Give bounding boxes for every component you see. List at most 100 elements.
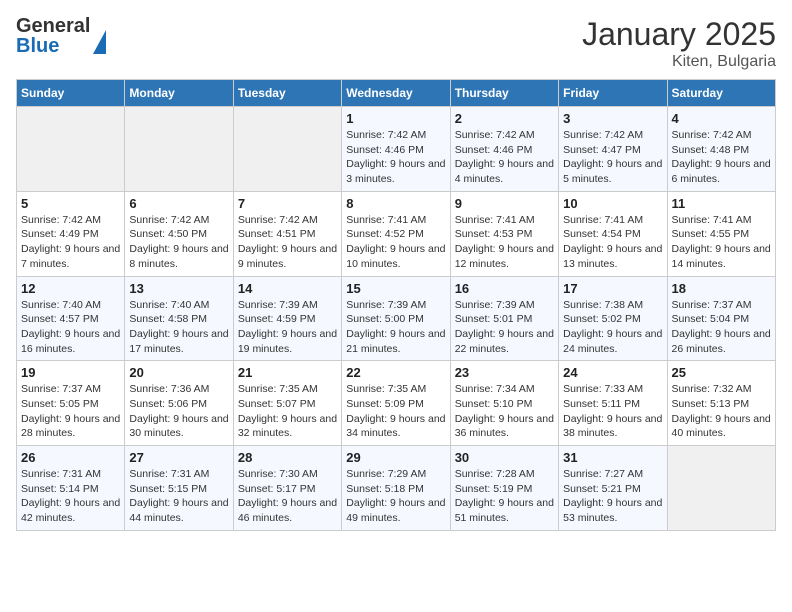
calendar-header-row: SundayMondayTuesdayWednesdayThursdayFrid… xyxy=(17,80,776,107)
week-row-1: 1 Sunrise: 7:42 AMSunset: 4:46 PMDaylight… xyxy=(17,107,776,192)
page-header: General Blue January 2025 Kiten, Bulgari… xyxy=(16,16,776,71)
day-cell: 17Sunrise: 7:38 AMSunset: 5:02 PMDayligh… xyxy=(559,276,667,361)
day-info: Sunrise: 7:42 AMSunset: 4:50 PMDaylight:… xyxy=(129,213,228,272)
day-cell: 12Sunrise: 7:40 AMSunset: 4:57 PMDayligh… xyxy=(17,276,125,361)
day-cell: 19Sunrise: 7:37 AMSunset: 5:05 PMDayligh… xyxy=(17,361,125,446)
week-row-5: 26 Sunrise: 7:31 AMSunset: 5:14 PMDayligh… xyxy=(17,446,776,531)
day-info: Sunrise: 7:42 AMSunset: 4:48 PMDaylight:… xyxy=(672,128,771,187)
day-cell: 2Sunrise: 7:42 AMSunset: 4:46 PMDaylight… xyxy=(450,107,558,192)
day-cell xyxy=(233,107,341,192)
day-number: 1 xyxy=(346,111,445,126)
day-cell: 14 Sunrise: 7:39 AMSunset: 4:59 PMDayligh… xyxy=(233,276,341,361)
day-info: Sunrise: 7:42 AMSunset: 4:47 PMDaylight:… xyxy=(563,128,662,187)
calendar-subtitle: Kiten, Bulgaria xyxy=(582,53,776,71)
day-number: 27 xyxy=(129,450,228,465)
day-number: 23 xyxy=(455,365,554,380)
day-cell: 21 Sunrise: 7:35 AMSunset: 5:07 PMDayligh… xyxy=(233,361,341,446)
day-cell: 26 Sunrise: 7:31 AMSunset: 5:14 PMDayligh… xyxy=(17,446,125,531)
day-info: Sunrise: 7:42 AMSunset: 4:51 PMDaylight:… xyxy=(238,213,337,272)
day-info: Sunrise: 7:30 AMSunset: 5:17 PMDaylight:… xyxy=(238,467,337,526)
day-info: Sunrise: 7:37 AMSunset: 5:04 PMDaylight:… xyxy=(672,298,771,357)
day-info: Sunrise: 7:34 AMSunset: 5:10 PMDaylight:… xyxy=(455,382,554,441)
calendar-title-block: January 2025 Kiten, Bulgaria xyxy=(582,16,776,71)
day-cell: 15 Sunrise: 7:39 AMSunset: 5:00 PMDayligh… xyxy=(342,276,450,361)
day-info: Sunrise: 7:28 AMSunset: 5:19 PMDaylight:… xyxy=(455,467,554,526)
day-cell: 30 Sunrise: 7:28 AMSunset: 5:19 PMDayligh… xyxy=(450,446,558,531)
day-info: Sunrise: 7:33 AMSunset: 5:11 PMDaylight:… xyxy=(563,382,662,441)
col-header-monday: Monday xyxy=(125,80,233,107)
day-cell: 22 Sunrise: 7:35 AMSunset: 5:09 PMDayligh… xyxy=(342,361,450,446)
day-number: 21 xyxy=(238,365,337,380)
day-number: 20 xyxy=(129,365,228,380)
day-info: Sunrise: 7:39 AMSunset: 5:01 PMDaylight:… xyxy=(455,298,554,357)
day-number: 29 xyxy=(346,450,445,465)
col-header-sunday: Sunday xyxy=(17,80,125,107)
day-cell: 23 Sunrise: 7:34 AMSunset: 5:10 PMDayligh… xyxy=(450,361,558,446)
day-cell: 9 Sunrise: 7:41 AMSunset: 4:53 PMDaylight… xyxy=(450,191,558,276)
day-cell: 28 Sunrise: 7:30 AMSunset: 5:17 PMDayligh… xyxy=(233,446,341,531)
day-number: 9 xyxy=(455,196,554,211)
day-info: Sunrise: 7:27 AMSunset: 5:21 PMDaylight:… xyxy=(563,467,662,526)
col-header-friday: Friday xyxy=(559,80,667,107)
day-info: Sunrise: 7:41 AMSunset: 4:55 PMDaylight:… xyxy=(672,213,771,272)
day-cell: 20Sunrise: 7:36 AMSunset: 5:06 PMDayligh… xyxy=(125,361,233,446)
day-number: 22 xyxy=(346,365,445,380)
day-info: Sunrise: 7:41 AMSunset: 4:53 PMDaylight:… xyxy=(455,213,554,272)
day-number: 8 xyxy=(346,196,445,211)
day-cell xyxy=(17,107,125,192)
week-row-3: 12Sunrise: 7:40 AMSunset: 4:57 PMDayligh… xyxy=(17,276,776,361)
day-cell: 31Sunrise: 7:27 AMSunset: 5:21 PMDayligh… xyxy=(559,446,667,531)
day-number: 3 xyxy=(563,111,662,126)
day-number: 26 xyxy=(21,450,120,465)
day-number: 6 xyxy=(129,196,228,211)
day-number: 10 xyxy=(563,196,662,211)
day-cell: 25Sunrise: 7:32 AMSunset: 5:13 PMDayligh… xyxy=(667,361,775,446)
day-cell: 11 Sunrise: 7:41 AMSunset: 4:55 PMDayligh… xyxy=(667,191,775,276)
day-cell xyxy=(125,107,233,192)
calendar-title: January 2025 xyxy=(582,16,776,53)
day-cell: 16Sunrise: 7:39 AMSunset: 5:01 PMDayligh… xyxy=(450,276,558,361)
day-cell: 24Sunrise: 7:33 AMSunset: 5:11 PMDayligh… xyxy=(559,361,667,446)
day-info: Sunrise: 7:41 AMSunset: 4:52 PMDaylight:… xyxy=(346,213,445,272)
col-header-saturday: Saturday xyxy=(667,80,775,107)
day-cell: 3 Sunrise: 7:42 AMSunset: 4:47 PMDaylight… xyxy=(559,107,667,192)
day-info: Sunrise: 7:39 AMSunset: 5:00 PMDaylight:… xyxy=(346,298,445,357)
week-row-2: 5Sunrise: 7:42 AMSunset: 4:49 PMDaylight… xyxy=(17,191,776,276)
day-info: Sunrise: 7:35 AMSunset: 5:09 PMDaylight:… xyxy=(346,382,445,441)
day-number: 11 xyxy=(672,196,771,211)
week-row-4: 19Sunrise: 7:37 AMSunset: 5:05 PMDayligh… xyxy=(17,361,776,446)
day-cell: 29Sunrise: 7:29 AMSunset: 5:18 PMDayligh… xyxy=(342,446,450,531)
day-cell: 4 Sunrise: 7:42 AMSunset: 4:48 PMDaylight… xyxy=(667,107,775,192)
day-number: 17 xyxy=(563,281,662,296)
day-info: Sunrise: 7:31 AMSunset: 5:15 PMDaylight:… xyxy=(129,467,228,526)
day-number: 19 xyxy=(21,365,120,380)
day-number: 30 xyxy=(455,450,554,465)
logo: General Blue xyxy=(16,16,106,56)
day-info: Sunrise: 7:42 AMSunset: 4:46 PMDaylight:… xyxy=(346,128,445,187)
logo-triangle xyxy=(93,30,106,54)
day-cell xyxy=(667,446,775,531)
day-number: 4 xyxy=(672,111,771,126)
calendar-table: SundayMondayTuesdayWednesdayThursdayFrid… xyxy=(16,79,776,531)
day-cell: 13 Sunrise: 7:40 AMSunset: 4:58 PMDayligh… xyxy=(125,276,233,361)
day-cell: 27 Sunrise: 7:31 AMSunset: 5:15 PMDayligh… xyxy=(125,446,233,531)
day-number: 5 xyxy=(21,196,120,211)
day-info: Sunrise: 7:40 AMSunset: 4:58 PMDaylight:… xyxy=(129,298,228,357)
day-info: Sunrise: 7:40 AMSunset: 4:57 PMDaylight:… xyxy=(21,298,120,357)
day-number: 28 xyxy=(238,450,337,465)
day-info: Sunrise: 7:31 AMSunset: 5:14 PMDaylight:… xyxy=(21,467,120,526)
day-cell: 10Sunrise: 7:41 AMSunset: 4:54 PMDayligh… xyxy=(559,191,667,276)
day-number: 25 xyxy=(672,365,771,380)
day-number: 18 xyxy=(672,281,771,296)
col-header-wednesday: Wednesday xyxy=(342,80,450,107)
logo-general: General xyxy=(16,15,90,37)
day-number: 13 xyxy=(129,281,228,296)
day-info: Sunrise: 7:35 AMSunset: 5:07 PMDaylight:… xyxy=(238,382,337,441)
col-header-tuesday: Tuesday xyxy=(233,80,341,107)
day-number: 7 xyxy=(238,196,337,211)
day-info: Sunrise: 7:39 AMSunset: 4:59 PMDaylight:… xyxy=(238,298,337,357)
day-number: 14 xyxy=(238,281,337,296)
day-cell: 5Sunrise: 7:42 AMSunset: 4:49 PMDaylight… xyxy=(17,191,125,276)
day-cell: 8 Sunrise: 7:41 AMSunset: 4:52 PMDaylight… xyxy=(342,191,450,276)
day-number: 15 xyxy=(346,281,445,296)
